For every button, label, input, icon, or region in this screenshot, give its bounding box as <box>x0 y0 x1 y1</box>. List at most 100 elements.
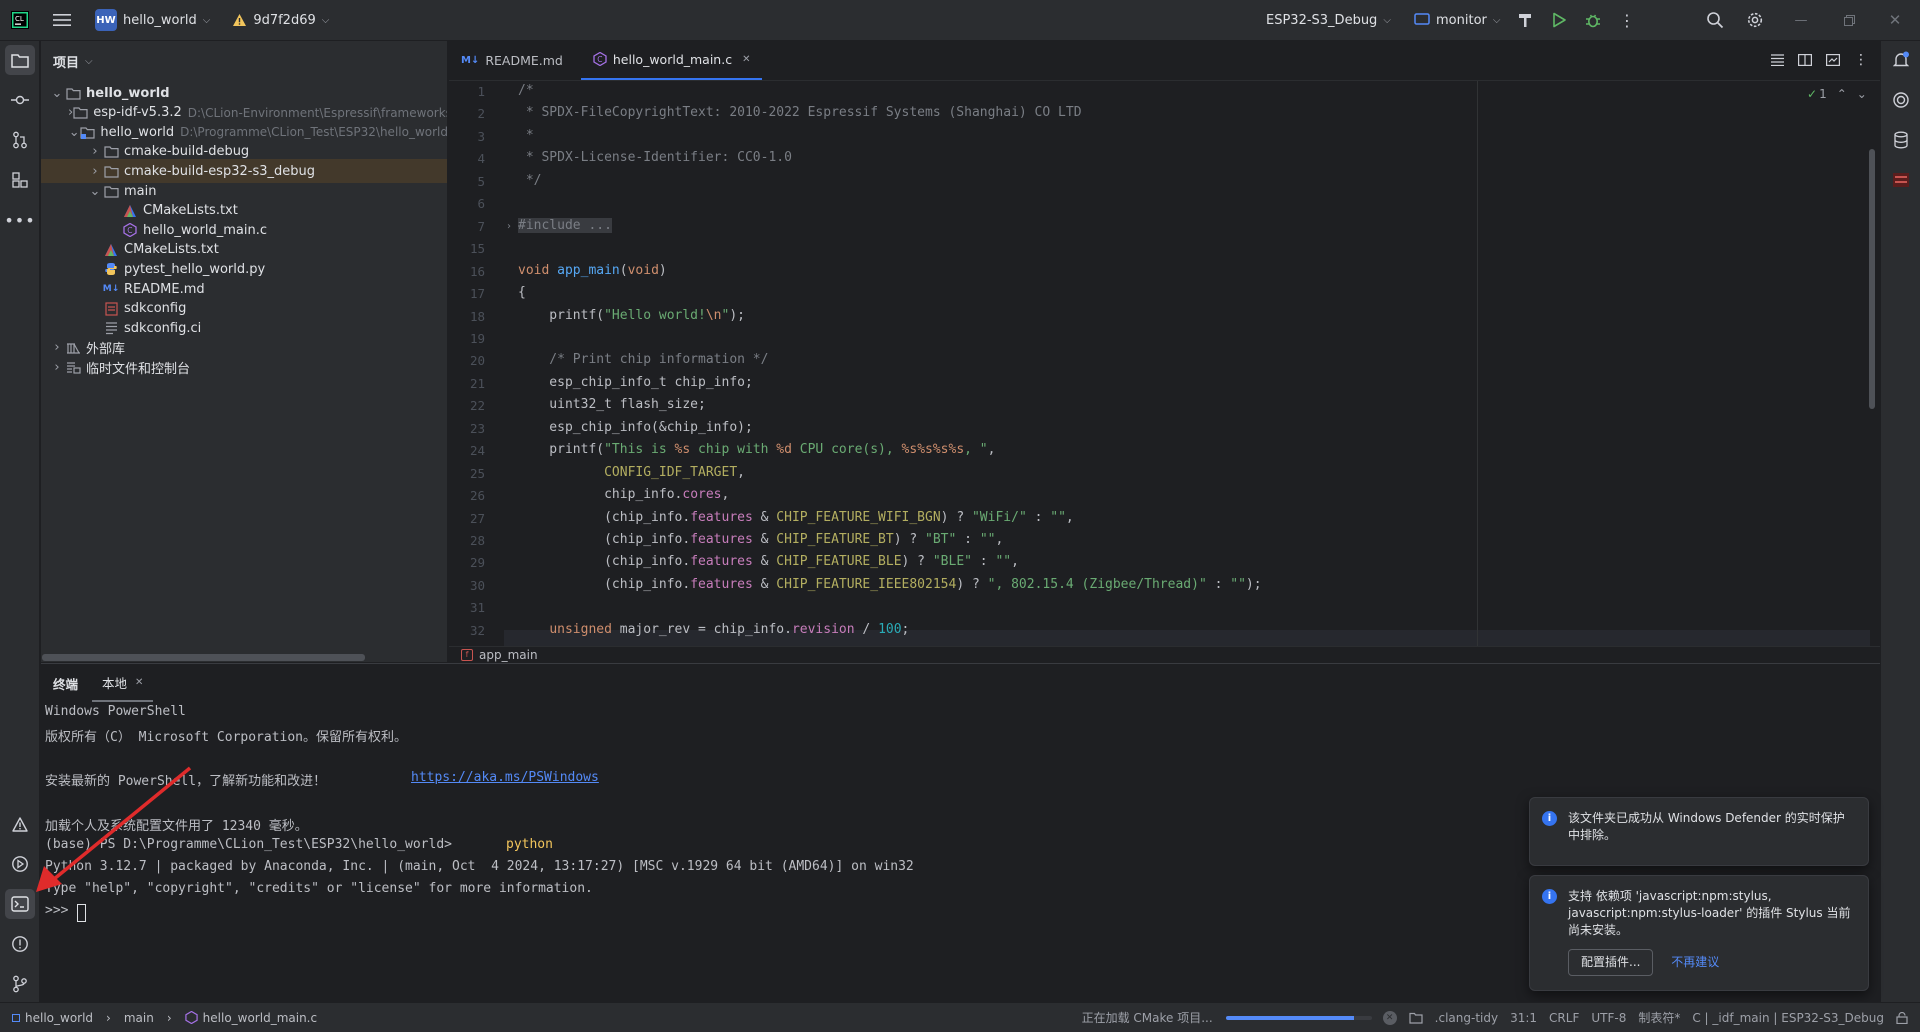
terminal-line: Type "help", "copyright", "credits" or "… <box>45 880 593 896</box>
commit-tool-icon[interactable] <box>5 85 35 115</box>
nav-project: hello_world <box>25 1010 94 1025</box>
horizontal-scrollbar[interactable] <box>42 654 365 661</box>
resolve-context[interactable]: C | _idf_main | ESP32-S3_Debug <box>1686 1011 1890 1025</box>
pull-requests-icon[interactable] <box>5 125 35 155</box>
code-line: unsigned major_rev = chip_info.revision … <box>549 621 910 637</box>
clion-logo-icon[interactable]: CL <box>5 5 35 35</box>
run-icon[interactable] <box>1544 5 1574 35</box>
cancel-loading-icon[interactable]: ✕ <box>1382 1010 1397 1025</box>
minimize-icon[interactable]: — <box>1786 5 1816 35</box>
linter-status[interactable]: .clang-tidy <box>1429 1011 1504 1025</box>
tab-readme[interactable]: M↓ README.md <box>449 40 575 80</box>
chevron-right-icon[interactable]: › <box>49 359 65 375</box>
chevron-right-icon[interactable]: › <box>49 340 65 356</box>
svg-text:C: C <box>597 55 602 64</box>
close-tab-icon[interactable]: ✕ <box>135 677 143 688</box>
run-config-selector[interactable]: ESP32-S3_Debug ⌵ <box>1258 6 1399 34</box>
tab-hello-world-main[interactable]: C hello_world_main.c ✕ <box>580 40 763 80</box>
problems-info-icon[interactable] <box>5 929 35 959</box>
tab-label: README.md <box>485 52 563 68</box>
database-icon[interactable] <box>1886 125 1916 155</box>
code-line: (chip_info.features & CHIP_FEATURE_BLE) … <box>518 554 1019 570</box>
code-breadcrumb[interactable]: f app_main <box>449 646 1880 662</box>
settings-gear-icon[interactable] <box>1740 5 1770 35</box>
split-view-icon[interactable] <box>1798 54 1812 66</box>
project-selector[interactable]: HW hello_world ⌵ <box>87 6 218 34</box>
preview-icon[interactable] <box>1826 54 1840 66</box>
structure-icon[interactable] <box>5 165 35 195</box>
problems-warning-icon[interactable] <box>5 809 35 839</box>
build-hammer-icon[interactable] <box>1510 5 1540 35</box>
code-editor[interactable]: 1 2 3 4 5 6 7 15 16 17 18 19 20 21 22 23 24 25 26 27 28 29 30 3… <box>449 81 1880 646</box>
vcs-widget[interactable]: 9d7f2d69 ⌵ <box>224 6 337 34</box>
chevron-down-icon: ⌵ <box>1383 14 1391 26</box>
chevron-down-icon[interactable]: ⌄ <box>87 183 103 199</box>
close-tab-icon[interactable]: ✕ <box>742 54 750 65</box>
code-line: printf("This is %s chip with %d CPU core… <box>518 442 996 458</box>
code-line: /* Print chip information */ <box>518 352 769 368</box>
search-icon[interactable] <box>1700 5 1730 35</box>
restore-icon[interactable] <box>1834 5 1864 35</box>
editor-more-icon[interactable]: ⋮ <box>1854 52 1868 68</box>
tree-item-label: main <box>124 183 157 199</box>
cmake-icon <box>103 242 119 258</box>
line-number: 20 <box>469 353 485 369</box>
readonly-lock-icon[interactable] <box>1890 1011 1920 1024</box>
line-number: 21 <box>469 375 485 391</box>
project-panel-header[interactable]: 项目 ⌵ <box>41 41 447 81</box>
git-branch-icon[interactable] <box>5 969 35 999</box>
title-bar: CL HW hello_world ⌵ 9d7f2d69 ⌵ ESP32-S3_… <box>0 0 1920 41</box>
debug-bug-icon[interactable] <box>1578 5 1608 35</box>
folder-icon[interactable] <box>1403 1012 1429 1024</box>
dont-suggest-link[interactable]: 不再建议 <box>1671 955 1719 969</box>
chevron-down-icon[interactable]: ⌄ <box>49 85 65 101</box>
code-line: /* <box>518 83 534 98</box>
view-list-icon[interactable] <box>1771 54 1784 66</box>
nav-breadcrumb[interactable]: hello_world › main › hello_world_main.c <box>0 1011 323 1025</box>
file-encoding[interactable]: UTF-8 <box>1585 1011 1632 1025</box>
vertical-scrollbar[interactable] <box>1869 149 1875 409</box>
services-run-icon[interactable] <box>5 849 35 879</box>
close-window-icon[interactable]: ✕ <box>1880 5 1910 35</box>
tree-item-label: README.md <box>124 281 205 297</box>
tree-item[interactable]: › 临时文件和控制台 <box>41 355 447 379</box>
line-number: 31 <box>469 600 485 616</box>
tab-local-terminal[interactable]: 本地 ✕ <box>92 664 154 702</box>
library-icon <box>65 340 81 356</box>
line-number: 1 <box>477 84 485 99</box>
line-number: 18 <box>469 308 485 324</box>
project-name: hello_world <box>123 12 197 28</box>
c-file-icon: C <box>122 222 138 238</box>
chevron-up-icon[interactable]: ⌃ <box>1837 87 1847 101</box>
chevron-down-icon: ⌵ <box>321 14 330 26</box>
monitor-selector[interactable]: monitor ⌵ <box>1406 6 1508 34</box>
more-tools-icon[interactable]: ••• <box>4 205 35 235</box>
terminal-tool-icon[interactable] <box>5 889 35 919</box>
code-line: * <box>518 127 534 143</box>
line-number: 26 <box>469 488 485 504</box>
chevron-right-icon[interactable]: › <box>87 163 103 179</box>
powershell-link[interactable]: https://aka.ms/PSWindows <box>411 770 599 785</box>
more-actions-icon[interactable]: ⋮ <box>1612 5 1642 35</box>
line-number: 25 <box>469 465 485 481</box>
notifications-bell-icon[interactable] <box>1886 45 1916 75</box>
editor-tab-bar: M↓ README.md C hello_world_main.c ✕ ⋮ <box>449 41 1880 81</box>
configure-plugins-button[interactable]: 配置插件... <box>1568 949 1654 976</box>
caret-position[interactable]: 31:1 <box>1504 1011 1543 1025</box>
chevron-down-icon: ⌵ <box>1492 14 1501 26</box>
ai-assistant-icon[interactable] <box>1886 85 1916 115</box>
typed-command: python <box>506 837 553 852</box>
line-ending[interactable]: CRLF <box>1543 1011 1585 1025</box>
serial-monitor-icon[interactable] <box>1886 165 1916 195</box>
warning-icon <box>232 13 247 27</box>
chevron-right-icon[interactable]: › <box>87 144 103 160</box>
project-tool-folder-icon[interactable] <box>5 45 35 75</box>
inspection-widget[interactable]: ✓ 1 ⌃ ⌄ <box>1807 87 1867 101</box>
notification-text: 支持 依赖项 'javascript:npm:stylus, javascrip… <box>1568 889 1851 937</box>
fold-arrow-icon[interactable]: › <box>507 221 511 232</box>
chevron-down-icon[interactable]: ⌄ <box>68 124 80 140</box>
chevron-down-icon[interactable]: ⌄ <box>1857 87 1867 101</box>
line-number: 32 <box>469 622 485 638</box>
main-menu-icon[interactable] <box>47 5 77 35</box>
indent-setting[interactable]: 制表符* <box>1632 1009 1686 1026</box>
